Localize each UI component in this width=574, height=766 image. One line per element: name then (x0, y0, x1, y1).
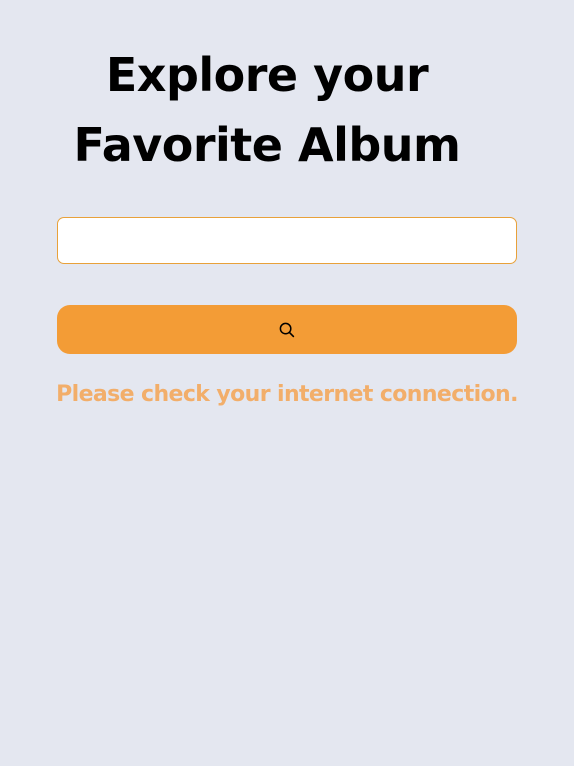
album-search-input[interactable] (57, 217, 517, 264)
page: Explore your Favorite Album Please check… (0, 0, 574, 766)
search-icon (279, 322, 295, 338)
page-title-line-2: Favorite Album (73, 118, 462, 172)
page-title: Explore your Favorite Album (0, 40, 534, 180)
search-button[interactable] (57, 305, 517, 354)
connection-error-message: Please check your internet connection. (56, 382, 518, 407)
page-title-line-1: Explore your (105, 48, 429, 102)
